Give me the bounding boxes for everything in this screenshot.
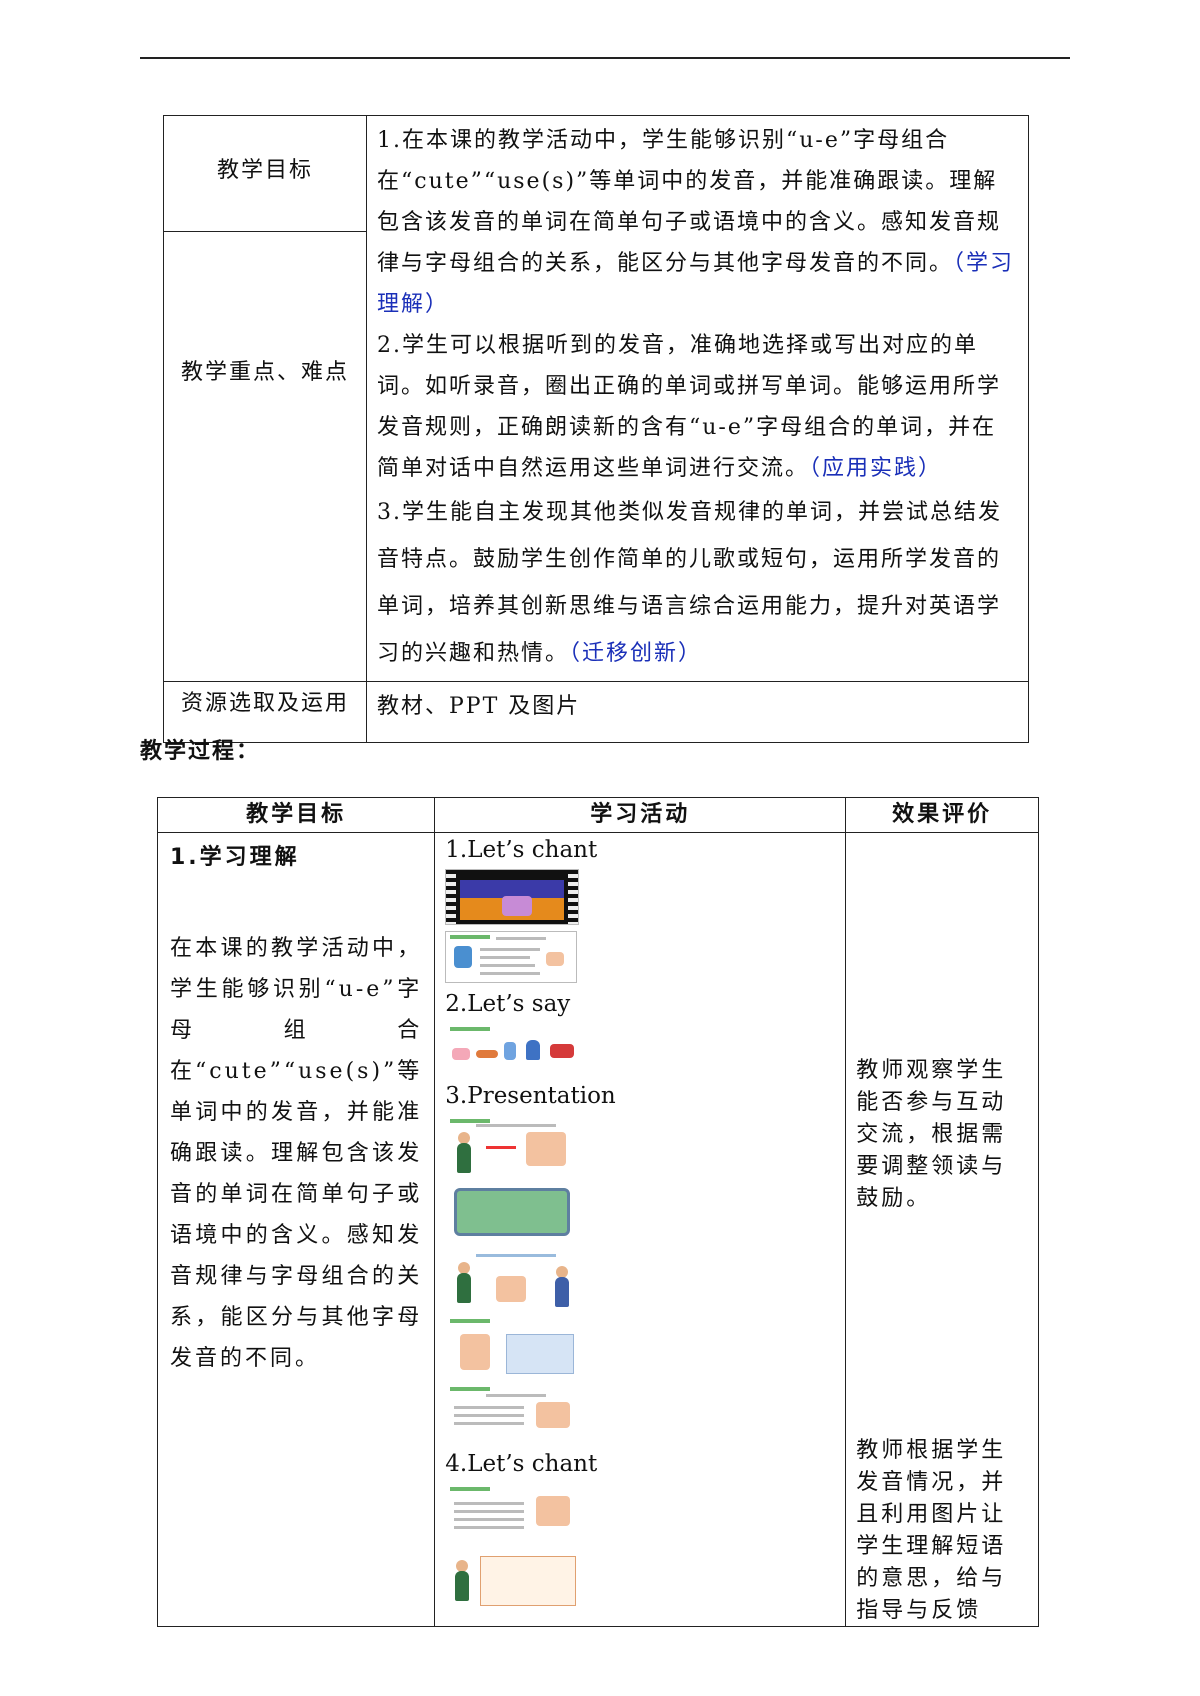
- slide-thumbnail-chant-2: [445, 1483, 580, 1545]
- video-thumbnail[interactable]: [445, 869, 580, 925]
- eval-cell: 教师观察学生能否参与互动交流，根据需要调整领读与鼓励。 教师根据学生发音情况，并…: [845, 832, 1039, 1627]
- slide-thumbnail-presentation-5: [445, 1383, 580, 1443]
- slide-thumbnail-chant: [445, 931, 578, 983]
- activity-4-label: 4.Let’s chant: [445, 1451, 598, 1477]
- objectives-table: 教学目标 1.在本课的教学活动中，学生能够识别“u-e”字母组合在“cute”“…: [163, 115, 1029, 743]
- activity-cell: 1.Let’s chant 2.Let’s say 3.Presentation…: [434, 832, 847, 1627]
- slide-thumbnail-say: [445, 1023, 582, 1075]
- header-eval: 效果评价: [845, 797, 1039, 833]
- goal-item-1: 1.在本课的教学活动中，学生能够识别“u-e”字母组合在“cute”“use(s…: [377, 128, 1015, 317]
- slide-thumbnail-chant-3: [445, 1551, 580, 1609]
- slide-thumbnail-presentation-4: [445, 1315, 580, 1377]
- slide-thumbnail-presentation-1: [445, 1115, 580, 1175]
- teaching-goal-label: 教学目标: [163, 115, 367, 232]
- eval-text-1: 教师观察学生能否参与互动交流，根据需要调整领读与鼓励。: [856, 1058, 1007, 1211]
- header-activity: 学习活动: [434, 797, 847, 833]
- resource-value: 教材、PPT 及图片: [366, 681, 1029, 743]
- header-goal: 教学目标: [156, 797, 436, 833]
- process-table: 教学目标 学习活动 效果评价 1.学习理解 在本课的教学活动中，学生能够识别“u…: [156, 797, 1039, 1627]
- key-points-label: 教学重点、难点: [163, 231, 367, 682]
- header-rule: [140, 57, 1070, 59]
- slide-thumbnail-presentation-3: [445, 1249, 586, 1309]
- goal-item-3: 3.学生能自主发现其他类似发音规律的单词，并尝试总结发音特点。鼓励学生创作简单的…: [377, 500, 1002, 666]
- goal-description: 在本课的教学活动中，学生能够识别“u-e”字母组合在“cute”“use(s)”…: [170, 936, 423, 1371]
- activity-2-label: 2.Let’s say: [445, 991, 571, 1017]
- activity-1-label: 1.Let’s chant: [445, 837, 598, 863]
- goal-item-2: 2.学生可以根据听到的发音，准确地选择或写出对应的单词。如听录音，圈出正确的单词…: [377, 333, 1002, 481]
- goal-heading: 1.学习理解: [170, 845, 300, 870]
- goals-cell: 1.在本课的教学活动中，学生能够识别“u-e”字母组合在“cute”“use(s…: [366, 115, 1029, 682]
- activity-3-label: 3.Presentation: [445, 1083, 616, 1109]
- slide-thumbnail-presentation-2: [445, 1181, 580, 1243]
- goal-cell: 1.学习理解 在本课的教学活动中，学生能够识别“u-e”字母组合在“cute”“…: [156, 832, 436, 1627]
- section-title: 教学过程：: [140, 739, 261, 764]
- eval-text-2: 教师根据学生发音情况，并且利用图片让学生理解短语的意思，给与指导与反馈: [856, 1438, 1007, 1623]
